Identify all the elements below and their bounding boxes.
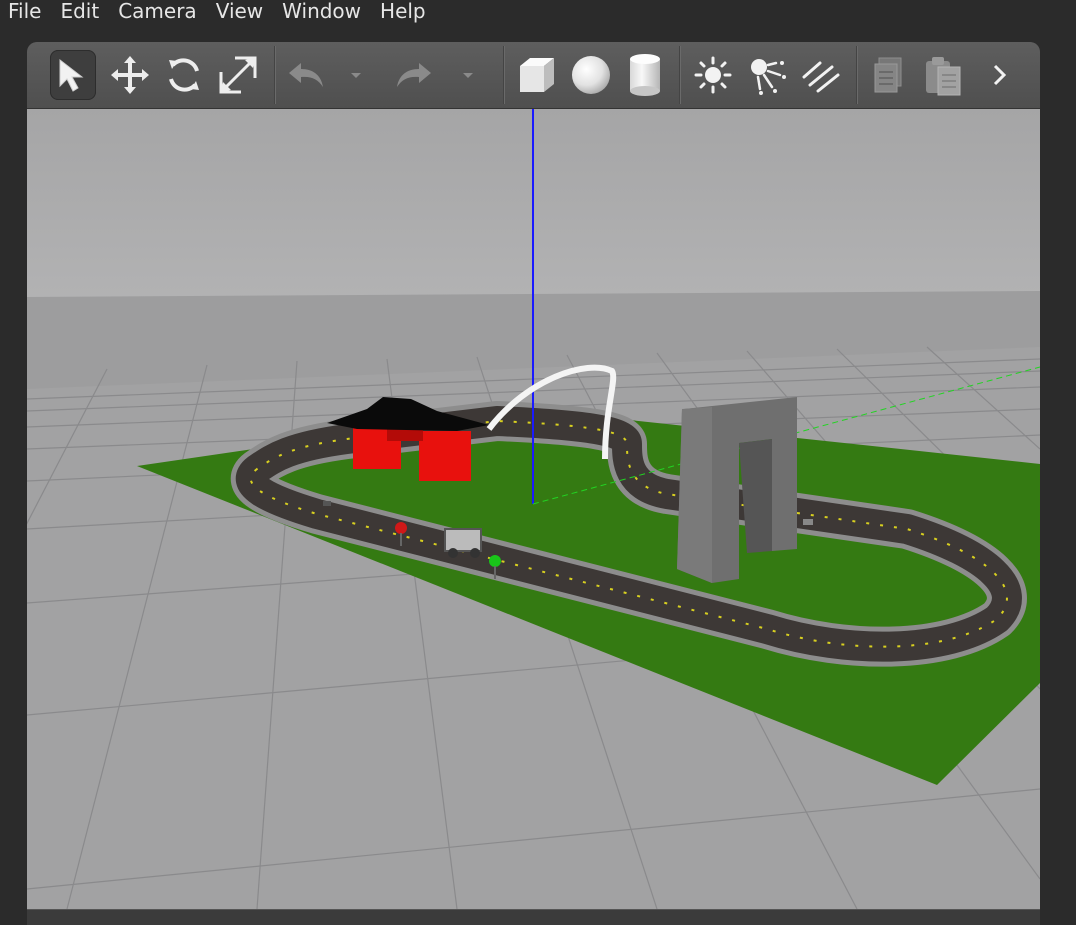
scale-mode-button[interactable] (215, 50, 261, 100)
menu-window[interactable]: Window (274, 0, 372, 23)
translate-mode-button[interactable] (107, 50, 153, 100)
sphere-icon (572, 56, 610, 94)
chevron-right-icon (993, 64, 1007, 86)
menu-help[interactable]: Help (372, 0, 437, 23)
directional-light-icon (802, 61, 840, 93)
left-panel-edge (0, 26, 27, 925)
spotlight-icon (751, 59, 786, 95)
undo-icon (289, 63, 323, 87)
toolbar-separator (679, 46, 680, 104)
red-marker-model (395, 522, 407, 534)
arrow-cursor-icon (59, 58, 84, 92)
toolbar-more-button[interactable] (979, 50, 1019, 100)
green-marker-model (489, 555, 501, 567)
menu-bar: File Edit Camera View Window Help (0, 0, 1076, 26)
menu-camera[interactable]: Camera (110, 0, 208, 23)
scene-render (27, 109, 1040, 909)
toolbar-separator (856, 46, 857, 104)
redo-button[interactable] (391, 50, 437, 100)
point-light-button[interactable] (690, 50, 736, 100)
undo-button[interactable] (283, 50, 329, 100)
toolbar (27, 42, 1040, 109)
scene-viewport[interactable] (27, 109, 1040, 909)
menu-view[interactable]: View (208, 0, 274, 23)
scale-icon (219, 56, 257, 94)
rotate-mode-button[interactable] (161, 50, 207, 100)
paste-button[interactable] (920, 50, 966, 100)
box-icon (520, 58, 554, 92)
bottom-bar (27, 909, 1040, 925)
redo-icon (397, 63, 431, 87)
menu-edit[interactable]: Edit (52, 0, 110, 23)
small-object-model (323, 501, 331, 506)
undo-dropdown-button[interactable] (343, 50, 369, 100)
redo-dropdown-button[interactable] (455, 50, 481, 100)
cylinder-icon (630, 54, 660, 96)
toolbar-separator (503, 46, 504, 104)
right-panel-edge (1040, 26, 1076, 925)
chevron-down-icon (463, 73, 473, 78)
chevron-down-icon (351, 73, 361, 78)
copy-icon (874, 57, 902, 93)
copy-button[interactable] (866, 50, 912, 100)
scene-window (27, 42, 1040, 925)
spot-light-button[interactable] (744, 50, 790, 100)
small-object-model (803, 519, 813, 525)
sun-icon (694, 56, 732, 94)
toolbar-separator (274, 46, 275, 104)
sphere-shape-button[interactable] (568, 50, 614, 100)
move-arrows-icon (111, 56, 149, 94)
cylinder-shape-button[interactable] (622, 50, 668, 100)
box-shape-button[interactable] (514, 50, 560, 100)
menu-file[interactable]: File (0, 0, 52, 23)
paste-icon (926, 57, 961, 96)
rotate-icon (169, 58, 199, 92)
directional-light-button[interactable] (798, 50, 844, 100)
select-mode-button[interactable] (50, 50, 96, 100)
